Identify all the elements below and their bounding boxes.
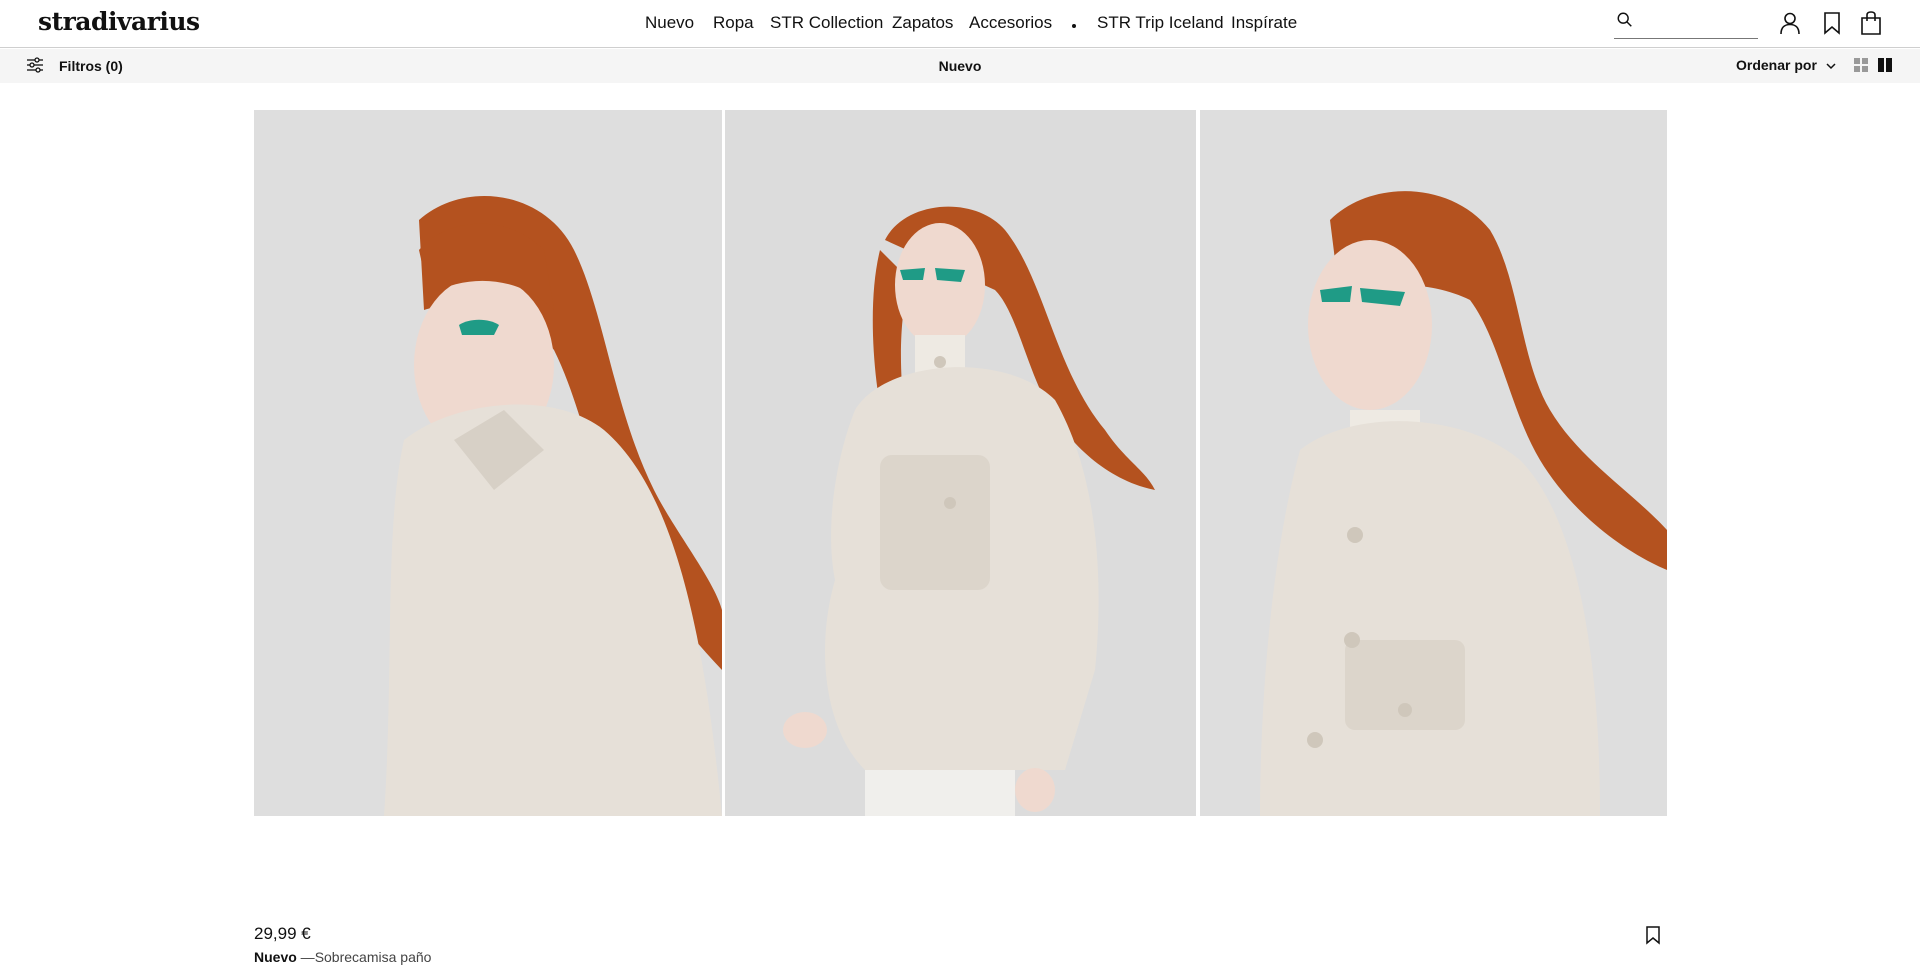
- product-name: Sobrecamisa paño: [314, 949, 432, 965]
- nav-item-nuevo[interactable]: Nuevo: [645, 13, 694, 33]
- product-gallery[interactable]: [254, 110, 1667, 816]
- product-new-badge: Nuevo: [254, 949, 297, 965]
- sort-label: Ordenar por: [1736, 57, 1817, 73]
- nav-separator-dot: [1072, 24, 1076, 28]
- category-title: Nuevo: [938, 58, 982, 74]
- filter-bar: Filtros (0) Nuevo Ordenar por: [0, 49, 1920, 83]
- grid-four-icon[interactable]: [1853, 57, 1869, 73]
- product-price: 29,99 €: [254, 924, 311, 943]
- product-description[interactable]: Nuevo —Sobrecamisa paño: [254, 949, 431, 965]
- chevron-down-icon: [1826, 63, 1836, 69]
- product-image-2[interactable]: [725, 110, 1196, 816]
- user-icon[interactable]: [1777, 10, 1803, 36]
- top-header: stradivarius Nuevo Ropa STR Collection Z…: [0, 0, 1920, 48]
- nav-item-str-trip-iceland[interactable]: STR Trip Iceland: [1097, 13, 1224, 33]
- brand-logo[interactable]: stradivarius: [38, 7, 200, 36]
- nav-item-accesorios[interactable]: Accesorios: [969, 13, 1052, 33]
- search-input[interactable]: [1640, 11, 1758, 35]
- search-box: [1614, 9, 1758, 39]
- bookmark-icon[interactable]: [1644, 925, 1662, 945]
- search-icon[interactable]: [1616, 11, 1634, 29]
- grid-two-icon[interactable]: [1877, 57, 1893, 73]
- product-image-3[interactable]: [1200, 110, 1667, 816]
- nav-item-str-collection[interactable]: STR Collection: [770, 13, 883, 33]
- bookmark-icon[interactable]: [1819, 10, 1845, 36]
- nav-item-inspirate[interactable]: Inspírate: [1231, 13, 1297, 33]
- nav-item-ropa[interactable]: Ropa: [713, 13, 754, 33]
- nav-item-zapatos[interactable]: Zapatos: [892, 13, 953, 33]
- product-image-1[interactable]: [254, 110, 722, 816]
- product-separator: —: [296, 949, 315, 965]
- bag-icon[interactable]: [1858, 10, 1884, 36]
- sort-button[interactable]: Ordenar por: [1736, 57, 1837, 75]
